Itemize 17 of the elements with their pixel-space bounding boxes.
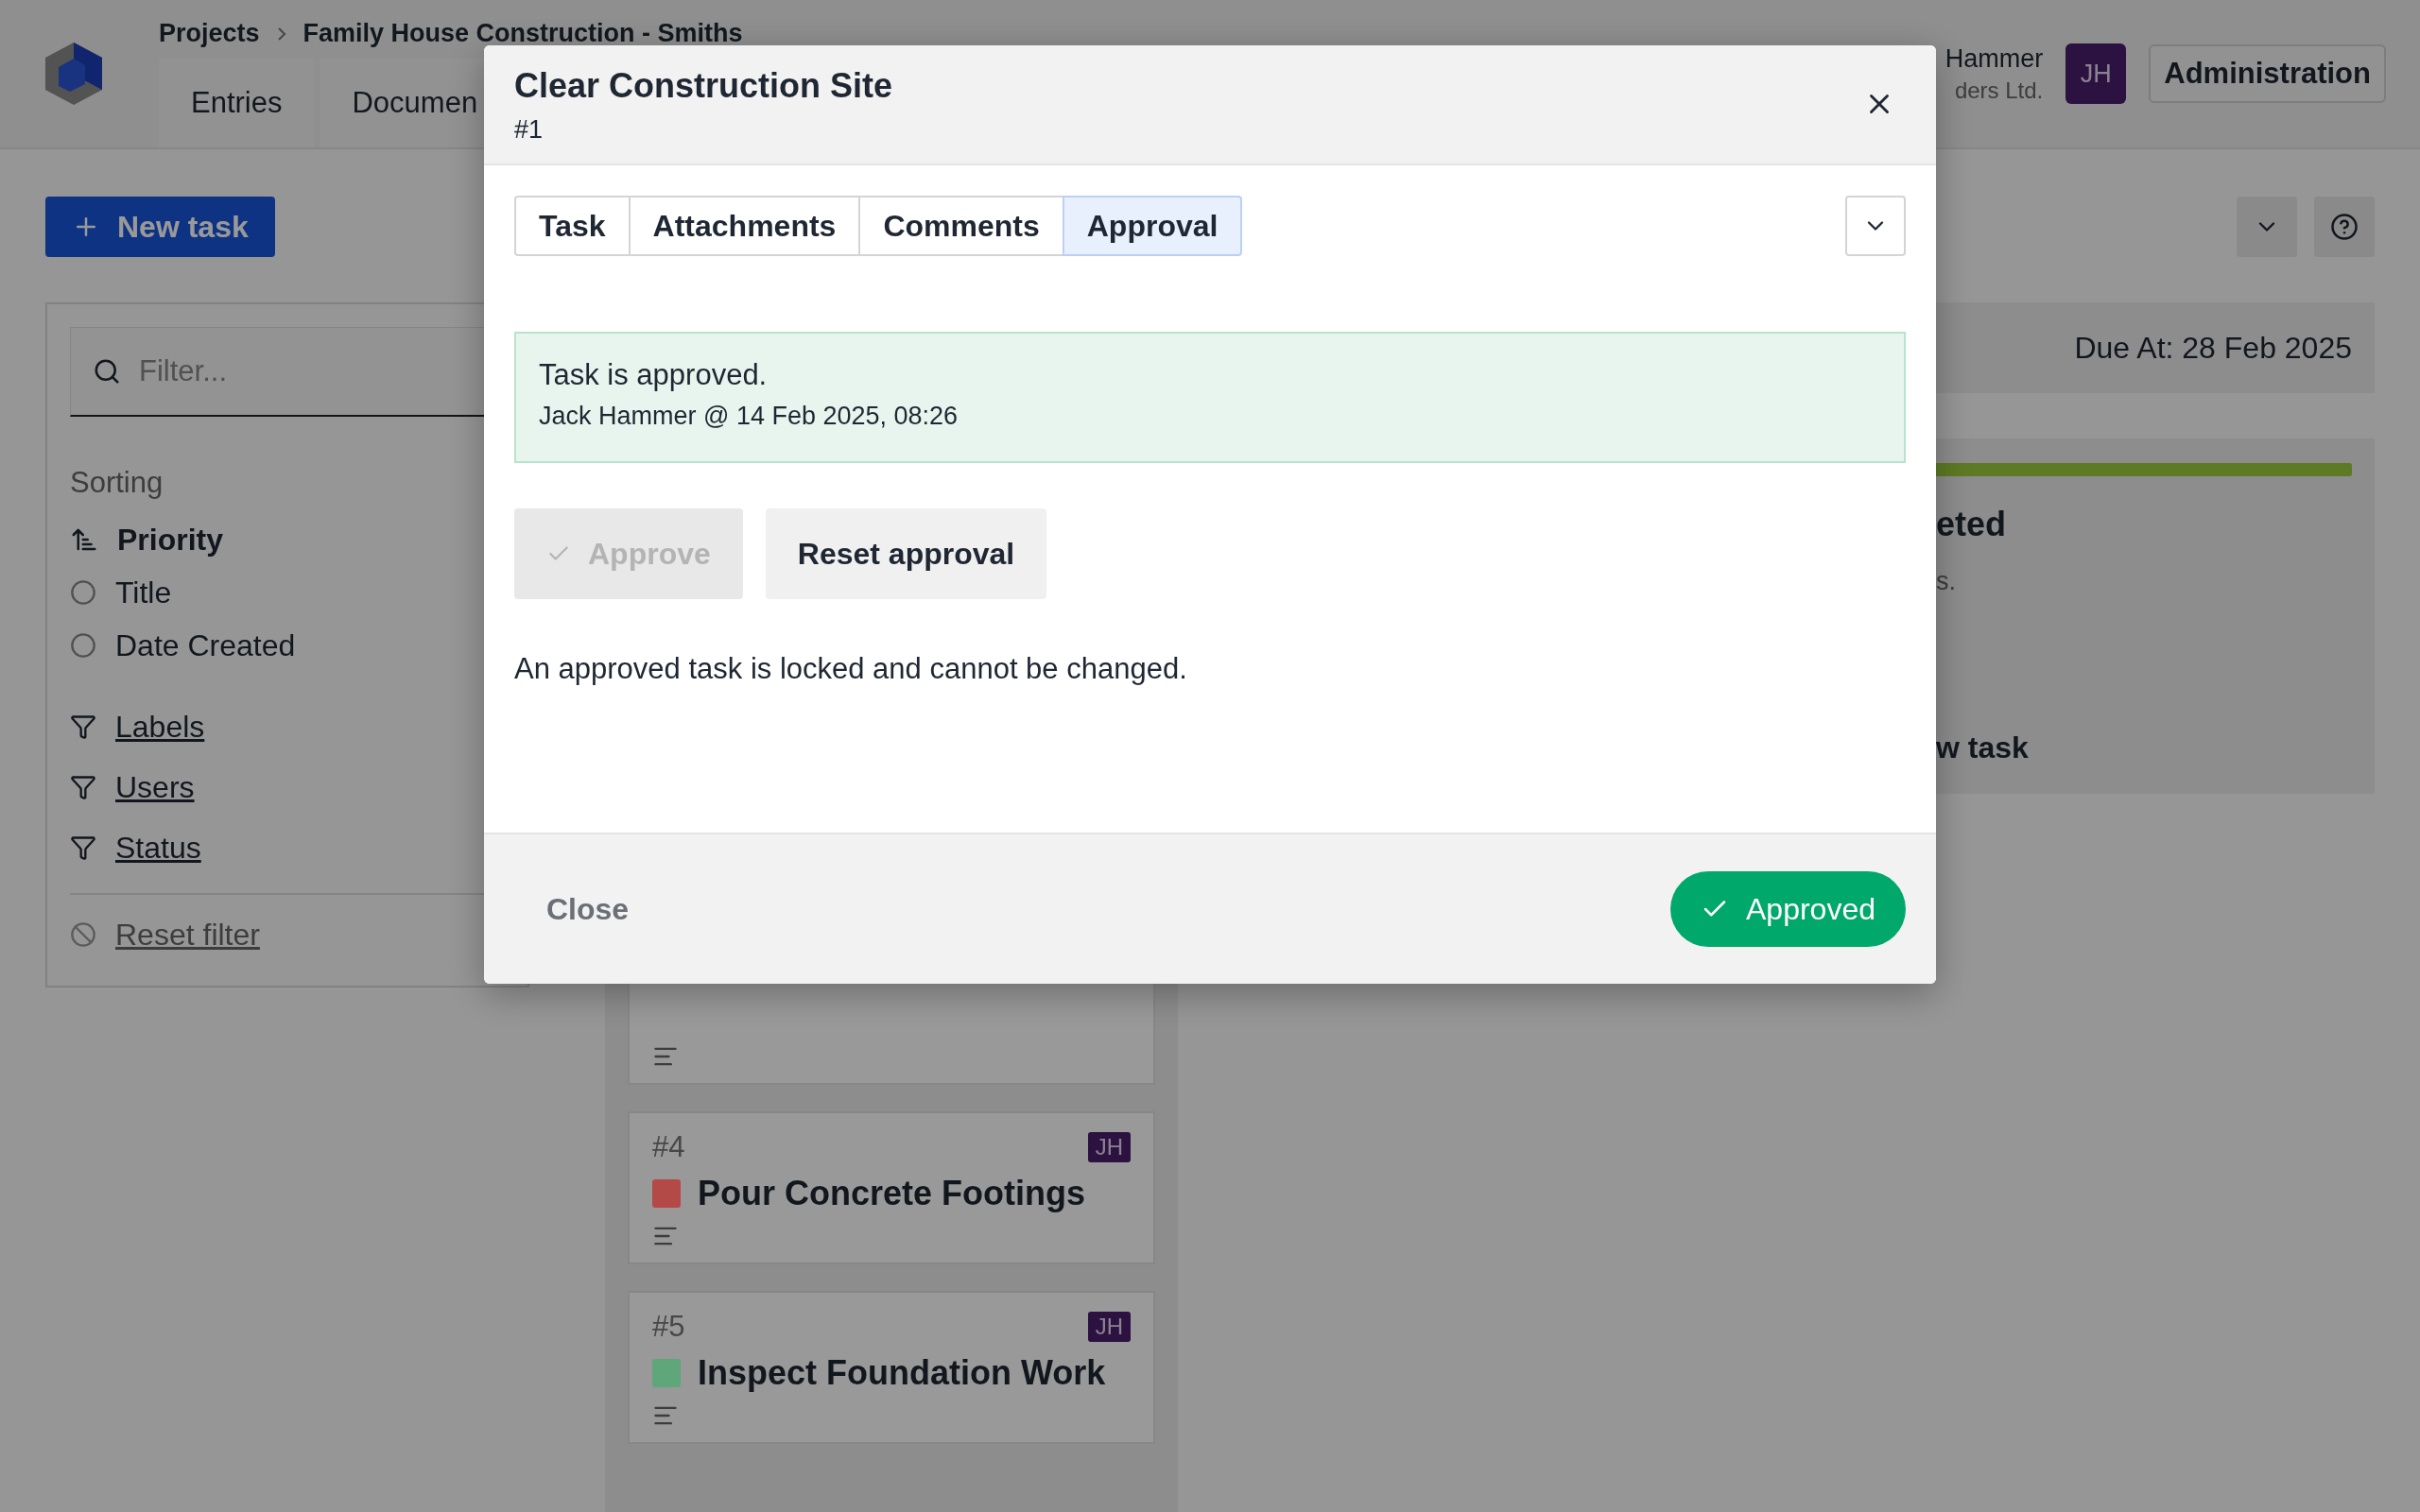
user-name: Hammer [1945, 43, 2044, 74]
alert-meta: Jack Hammer @ 14 Feb 2025, 08:26 [539, 402, 959, 431]
task-title: Inspect Foundation Work [698, 1353, 1106, 1393]
due-date: Due At: 28 Feb 2025 [2074, 330, 2352, 366]
task-number: #4 [652, 1130, 685, 1164]
sorting-label: Sorting [70, 466, 164, 500]
task-title: Pour Concrete Footings [698, 1174, 1085, 1213]
user-company: ders Ltd. [1954, 77, 2044, 104]
detail-heading: eted [1936, 505, 2008, 544]
task-number: #5 [652, 1310, 685, 1344]
locked-note: An approved task is locked and cannot be changed. [514, 652, 1188, 686]
assignee-badge: JH [1087, 1312, 1131, 1342]
task-number: #1 [514, 115, 544, 145]
assignee-badge: JH [1087, 1132, 1131, 1162]
dialog-title: Clear Construction Site [514, 66, 893, 106]
alert-title: Task is approved. [539, 358, 769, 392]
detail-text: s. [1936, 567, 1957, 596]
